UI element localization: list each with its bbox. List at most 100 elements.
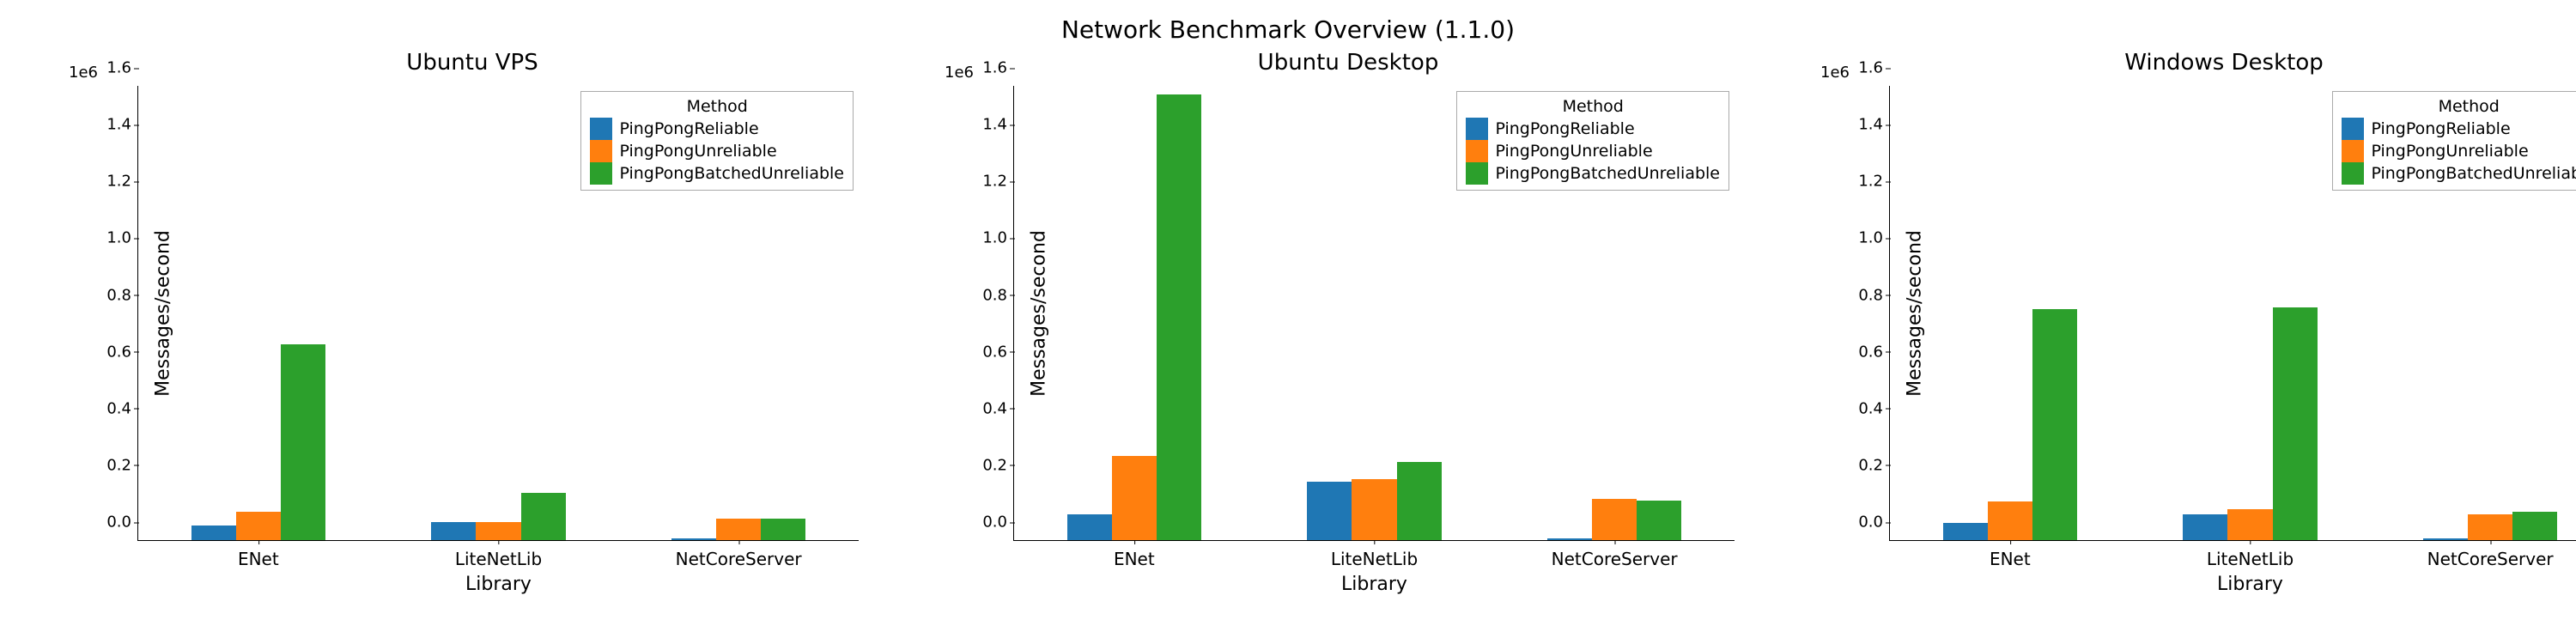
legend-swatch-icon [2342,140,2364,162]
bar [2273,307,2318,540]
bar [1637,501,1681,540]
legend-swatch-icon [1466,140,1488,162]
y-tick-label: 1.4 [106,116,138,134]
legend-label: PingPongReliable [1495,119,1634,138]
y-tick-label: 0.8 [106,286,138,304]
y-tick-label: 0.8 [982,286,1014,304]
legend-label: PingPongBatchedUnreliable [1495,164,1720,183]
bar [1067,514,1112,540]
legend-item: PingPongReliable [590,118,844,140]
y-tick-label: 0.4 [982,399,1014,417]
x-tick-label: NetCoreServer [2427,540,2554,569]
y-tick-label: 1.2 [982,173,1014,191]
y-axis-label: Messages/second [1904,230,1925,397]
legend-title: Method [2342,97,2576,116]
y-tick-label: 1.0 [106,229,138,247]
x-tick-label: NetCoreServer [676,540,802,569]
legend-title: Method [1466,97,1720,116]
y-tick-label: 0.0 [106,513,138,532]
bar [1112,456,1157,540]
figure-suptitle: Network Benchmark Overview (1.1.0) [0,15,2576,44]
legend-item: PingPongBatchedUnreliable [1466,162,1720,185]
x-axis-label: Library [138,574,859,595]
legend-item: PingPongBatchedUnreliable [2342,162,2576,185]
legend: Method PingPongReliable PingPongUnreliab… [1456,91,1729,191]
legend-swatch-icon [590,162,612,185]
bar [1157,94,1201,540]
legend-item: PingPongBatchedUnreliable [590,162,844,185]
legend-item: PingPongUnreliable [2342,140,2576,162]
y-tick-label: 1.6 [106,59,138,77]
bar [761,519,805,540]
bar [2468,514,2512,540]
bar [1592,499,1637,540]
bar [1943,523,1988,540]
legend-swatch-icon [2342,162,2364,185]
x-tick-label: NetCoreServer [1552,540,1678,569]
legend-item: PingPongReliable [2342,118,2576,140]
y-tick-label: 1.4 [982,116,1014,134]
legend-swatch-icon [1466,118,1488,140]
bar [1988,501,2032,540]
bar [1397,462,1442,540]
x-tick-label: ENet [1114,540,1155,569]
y-exponent-label: 1e6 [1820,64,1850,82]
y-tick-label: 1.6 [1858,59,1890,77]
bar [716,519,761,540]
x-tick-label: ENet [1990,540,2031,569]
bar [236,512,281,540]
legend-label: PingPongUnreliable [2371,142,2528,161]
axes: Messages/second Library Method PingPongR… [1889,86,2576,541]
y-exponent-label: 1e6 [69,64,98,82]
panel-ubuntu-desktop: Ubuntu Desktop 1e6 Messages/second Libra… [945,60,1752,610]
y-tick-label: 0.6 [1858,343,1890,361]
bar [521,493,566,540]
legend: Method PingPongReliable PingPongUnreliab… [580,91,854,191]
panel-title: Ubuntu Desktop [945,50,1752,76]
bar [281,344,325,540]
bar [2183,514,2227,540]
legend-title: Method [590,97,844,116]
legend-swatch-icon [2342,118,2364,140]
y-tick-label: 1.2 [106,173,138,191]
axes: Messages/second Library Method PingPongR… [1013,86,1735,541]
bar [1547,538,1592,540]
figure: Network Benchmark Overview (1.1.0) Ubunt… [0,0,2576,644]
legend-item: PingPongUnreliable [590,140,844,162]
bar [2512,512,2557,540]
x-tick-label: LiteNetLib [2207,540,2293,569]
legend-item: PingPongUnreliable [1466,140,1720,162]
bar [431,522,476,540]
bar [2227,509,2272,540]
x-tick-label: LiteNetLib [455,540,542,569]
y-tick-label: 0.0 [1858,513,1890,532]
legend-label: PingPongReliable [619,119,758,138]
y-tick-label: 1.2 [1858,173,1890,191]
y-tick-label: 0.6 [982,343,1014,361]
x-tick-label: LiteNetLib [1331,540,1418,569]
y-tick-label: 0.4 [1858,399,1890,417]
bar [671,538,716,540]
x-tick-label: ENet [238,540,279,569]
bar [191,526,236,540]
y-tick-label: 1.0 [982,229,1014,247]
y-tick-label: 0.2 [106,456,138,474]
y-axis-label: Messages/second [152,230,173,397]
y-tick-label: 1.6 [982,59,1014,77]
bar [1352,479,1396,540]
legend-label: PingPongUnreliable [1495,142,1652,161]
y-tick-label: 1.4 [1858,116,1890,134]
bar [2032,309,2077,540]
y-tick-label: 0.6 [106,343,138,361]
panel-windows-desktop: Windows Desktop 1e6 Messages/second Libr… [1820,60,2576,610]
legend-label: PingPongBatchedUnreliable [2371,164,2576,183]
legend-swatch-icon [1466,162,1488,185]
panel-title: Windows Desktop [1820,50,2576,76]
axes: Messages/second Library Method PingPongR… [137,86,859,541]
legend: Method PingPongReliable PingPongUnreliab… [2332,91,2576,191]
y-tick-label: 0.2 [982,456,1014,474]
legend-label: PingPongUnreliable [619,142,776,161]
legend-item: PingPongReliable [1466,118,1720,140]
x-axis-label: Library [1890,574,2576,595]
legend-label: PingPongReliable [2371,119,2510,138]
